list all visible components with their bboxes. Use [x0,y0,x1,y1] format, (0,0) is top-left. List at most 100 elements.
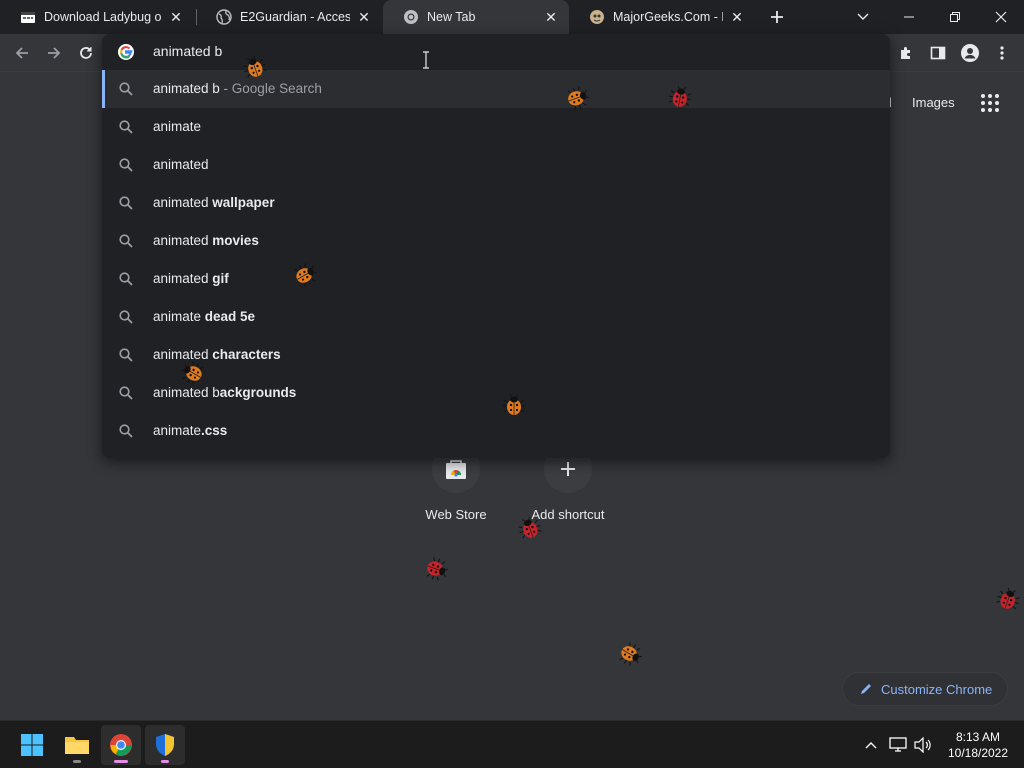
suggestion-text: animated movies [153,233,259,248]
minimize-icon [904,16,914,18]
search-icon [119,272,133,286]
search-icon [119,424,133,438]
suggestion-typed: animate [153,309,205,324]
ladybug-icon [996,587,1020,610]
chrome-icon [110,734,132,756]
forward-button[interactable] [42,41,66,65]
omnibox-suggestion[interactable]: animate dead 5e [102,298,890,336]
omnibox-suggestion[interactable]: animated characters [102,336,890,374]
network-button[interactable] [888,735,908,755]
omnibox-suggestion[interactable]: animated gif [102,260,890,298]
suggestion-text: animate [153,119,201,134]
google-apps-button[interactable] [980,93,1000,113]
suggestion-typed: animated b [153,81,220,96]
suggestion-completion: gif [212,271,229,286]
folder-icon [65,737,89,754]
search-icon [119,386,133,400]
majorgeeks-icon [589,9,605,25]
tab-title: MajorGeeks.Com - Maj [613,10,723,24]
clock-time: 8:13 AM [955,730,1001,744]
clock-date: 10/18/2022 [947,746,1009,760]
tab-close-icon[interactable]: ✕ [168,9,184,25]
search-icon [119,196,133,210]
show-hidden-icons-button[interactable] [861,735,881,755]
suggestion-completion: wallpaper [212,195,275,210]
ladybug-icon [426,557,449,581]
tab-majorgeeks[interactable]: MajorGeeks.Com - Maj ✕ [569,0,755,34]
suggestion-text: animated [153,157,209,172]
omnibox-suggestion[interactable]: animated [102,146,890,184]
omnibox-suggestion[interactable]: animate [102,108,890,146]
suggestion-text: animate dead 5e [153,309,255,324]
omnibox-input[interactable] [153,43,653,59]
search-icon [119,158,133,172]
chrome-taskbar-button[interactable] [101,725,141,765]
tab-title: E2Guardian - Access De [240,10,350,24]
search-icon [119,310,133,324]
side-panel-icon [930,46,946,60]
close-icon [995,11,1007,23]
tab-close-icon[interactable]: ✕ [543,9,559,25]
volume-button[interactable] [913,735,933,755]
suggestion-text: animated wallpaper [153,195,275,210]
file-explorer-button[interactable] [57,725,97,765]
clock[interactable]: 8:13 AM 10/18/2022 [940,729,1016,761]
extensions-button[interactable] [894,41,918,65]
suggestion-typed: animated [153,233,213,248]
profile-button[interactable] [958,41,982,65]
screen: Download Ladybug on ✕ E2Guardian - Acces… [0,0,1024,768]
tab-new-tab[interactable]: New Tab ✕ [383,0,569,34]
tab-close-icon[interactable]: ✕ [356,9,372,25]
tab-title: New Tab [427,10,476,24]
suggestion-text: animated characters [153,347,281,362]
omnibox[interactable] [102,34,890,70]
suggestion-typed: animated [153,271,213,286]
running-indicator [161,760,169,763]
tab-download-ladybug[interactable]: Download Ladybug on ✕ [0,0,194,34]
suggestion-completion: dead 5e [204,309,256,324]
pencil-icon [861,684,871,694]
suggestion-text: animated b - Google Search [153,81,322,96]
tab-search-button[interactable] [840,0,886,34]
suggestion-description: - Google Search [219,81,322,96]
shortcut-web-store[interactable]: Web Store [400,445,512,535]
customize-chrome-button[interactable]: Customize Chrome [842,672,1008,706]
start-button[interactable] [12,725,52,765]
search-icon [119,82,133,96]
menu-button[interactable] [990,41,1014,65]
plus-icon [771,11,783,23]
omnibox-suggestion[interactable]: animate.css [102,412,890,450]
shield-icon [156,734,174,756]
search-icon [119,234,133,248]
side-panel-button[interactable] [926,41,950,65]
suggestion-typed: animate [153,423,202,438]
security-taskbar-button[interactable] [145,725,185,765]
suggestion-text: animated backgrounds [153,385,296,400]
back-button[interactable] [10,41,34,65]
customize-label: Customize Chrome [881,681,993,697]
omnibox-suggestion[interactable]: animated b - Google Search [102,70,890,108]
ladybug-icon [668,85,692,107]
more-vert-icon [1000,46,1004,60]
ladybug-download-icon [20,9,36,25]
restore-button[interactable] [932,0,978,34]
chevron-up-icon [865,742,877,749]
minimize-button[interactable] [886,0,932,34]
suggestion-completion: movies [212,233,259,248]
tab-e2guardian[interactable]: E2Guardian - Access De ✕ [196,0,382,34]
tab-strip: Download Ladybug on ✕ E2Guardian - Acces… [0,0,1024,34]
suggestion-completion: .css [201,423,228,438]
search-icon [119,120,133,134]
omnibox-suggestion[interactable]: animated backgrounds [102,374,890,412]
omnibox-suggestion[interactable]: animated movies [102,222,890,260]
close-window-button[interactable] [978,0,1024,34]
omnibox-suggestion[interactable]: animated wallpaper [102,184,890,222]
new-tab-button[interactable] [765,5,789,29]
restore-icon [950,12,960,22]
reload-button[interactable] [74,41,98,65]
reload-icon [80,47,92,59]
arrow-left-icon [15,47,28,59]
tab-close-icon[interactable]: ✕ [729,9,745,25]
images-link[interactable]: Images [912,95,955,110]
suggestion-completion: ackgrounds [219,385,297,400]
